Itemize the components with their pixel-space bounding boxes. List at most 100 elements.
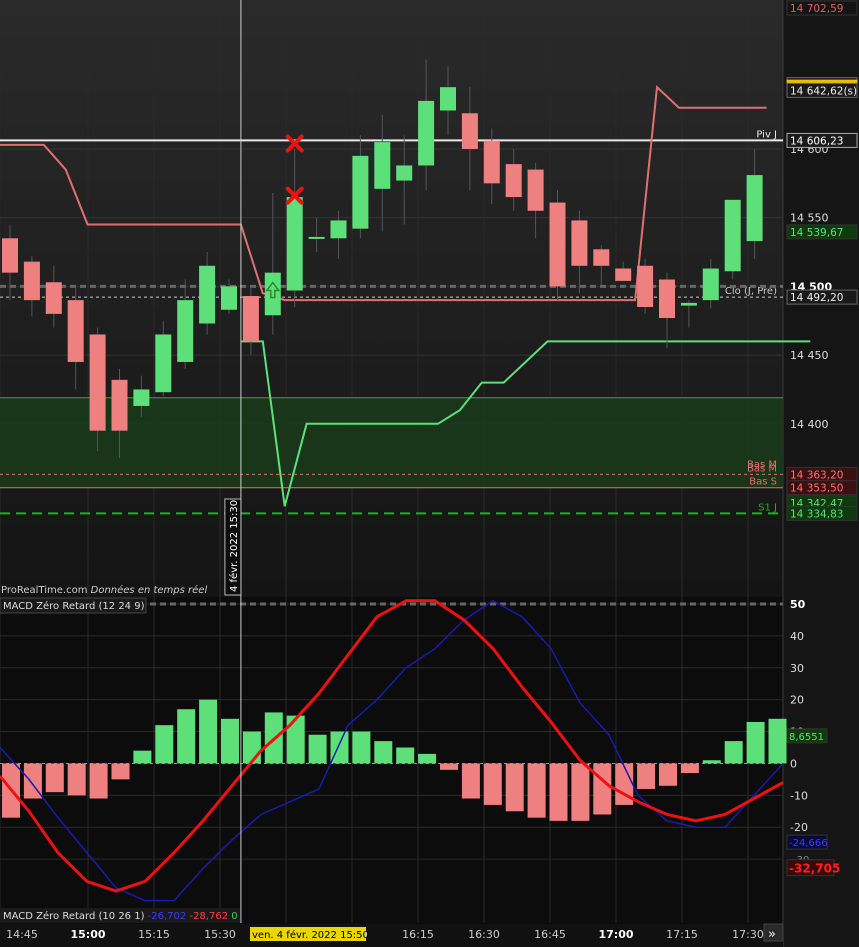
candle-body xyxy=(199,265,216,324)
candle-body xyxy=(615,268,632,281)
macd-bar xyxy=(133,750,152,764)
price-label: 14 363,20 xyxy=(790,469,843,481)
macd-badge: 8,6551 xyxy=(789,732,824,743)
macd-bar xyxy=(374,741,393,764)
macd-bar xyxy=(286,715,305,764)
price-tick-label: 14 550 xyxy=(790,212,829,225)
macd-bar xyxy=(242,731,261,764)
time-tick-label: 15:15 xyxy=(138,928,170,941)
price-and-macd-chart[interactable]: Piv JClo (J, Pré)Bas MBas SS1 JBas M 14 … xyxy=(0,0,859,947)
macd-bar xyxy=(45,763,64,793)
macd-bar xyxy=(177,709,196,764)
macd-bar xyxy=(549,763,568,821)
macd-bar xyxy=(89,763,108,799)
macd-tick-label: -20 xyxy=(790,821,808,834)
candle-body xyxy=(571,220,588,266)
time-tick-label: 17:15 xyxy=(666,928,698,941)
candle-body xyxy=(527,169,544,211)
macd-bar xyxy=(483,763,502,805)
macd-bar xyxy=(221,718,239,764)
time-tick-label: 15:30 xyxy=(204,928,236,941)
crosshair-date-label: 4 févr. 2022 15:30 xyxy=(228,500,240,592)
price-label: 14 642,62(s) xyxy=(790,85,857,97)
candle-body xyxy=(461,113,478,149)
macd-bar xyxy=(637,763,656,789)
macd-tick-label: 50 xyxy=(790,598,806,611)
level-label: Bas M xyxy=(747,460,777,471)
macd-bar xyxy=(659,763,677,786)
price-label: 14 492,20 xyxy=(790,292,843,304)
macd-bar xyxy=(308,734,327,764)
candle-body xyxy=(133,389,150,406)
macd-bar xyxy=(155,725,174,764)
macd-tick-label: 40 xyxy=(790,630,804,643)
macd-bar xyxy=(111,763,130,780)
macd-bar xyxy=(702,760,721,764)
candle-body xyxy=(659,279,675,318)
macd-top-label: MACD Zéro Retard (12 24 9) xyxy=(3,600,145,612)
macd-tick-label: 20 xyxy=(790,694,804,707)
candle-body xyxy=(440,87,456,111)
macd-bar xyxy=(199,699,218,764)
candle-body xyxy=(286,197,303,291)
time-tick-label: 14:45 xyxy=(6,928,38,941)
macd-badge: -24,666 xyxy=(789,838,828,849)
candle-body xyxy=(549,202,566,287)
candle-body xyxy=(67,300,84,362)
macd-bar xyxy=(440,763,458,770)
macd-badge: -32,705 xyxy=(789,862,840,876)
candle-body xyxy=(637,265,654,308)
macd-tick-label: -10 xyxy=(790,789,808,802)
price-label: 14 702,59 xyxy=(790,3,843,15)
macd-bar xyxy=(768,718,787,764)
macd-bar xyxy=(505,763,524,812)
macd-bar xyxy=(593,763,612,815)
time-tick-label: 16:30 xyxy=(468,928,500,941)
scroll-right-button[interactable]: » xyxy=(768,927,776,942)
candle-body xyxy=(221,286,237,310)
time-tick-label: 16:45 xyxy=(534,928,566,941)
candle-body xyxy=(308,236,325,239)
candle-body xyxy=(746,175,763,242)
level-label: Bas S xyxy=(749,477,777,488)
candle-body xyxy=(680,302,697,306)
candle-body xyxy=(418,100,435,166)
price-tick-label: 14 450 xyxy=(790,349,829,362)
candle-body xyxy=(374,142,391,189)
price-tick-label: 14 400 xyxy=(790,418,829,431)
candle-body xyxy=(264,272,281,316)
macd-bar xyxy=(680,763,699,774)
candle-body xyxy=(111,379,128,431)
time-axis: 14:4515:0015:1515:3015:4516:0016:1516:30… xyxy=(0,923,784,947)
candle-body xyxy=(396,165,413,181)
macd-bar xyxy=(571,763,590,821)
macd-bar xyxy=(396,747,415,764)
price-label: 14 606,23 xyxy=(790,135,843,147)
watermark: ProRealTime.com Données en temps réel xyxy=(1,584,207,596)
time-tick-label: 17:00 xyxy=(598,928,633,941)
candle-body xyxy=(242,296,259,342)
candle-body xyxy=(352,155,369,229)
macd-bar xyxy=(724,741,743,764)
candle-body xyxy=(89,334,106,431)
candle-body xyxy=(23,261,40,301)
macd-bar xyxy=(461,763,480,799)
macd-bar xyxy=(527,763,546,818)
candle-body xyxy=(177,300,194,362)
time-tick-label: 16:15 xyxy=(402,928,434,941)
candle-body xyxy=(593,249,610,266)
macd-bar xyxy=(746,721,765,764)
macd-bar xyxy=(67,763,86,796)
candle-body xyxy=(330,220,347,239)
price-label: 14 539,67 xyxy=(790,227,843,239)
macd-bar xyxy=(418,753,437,764)
cursor-date-label: ven. 4 févr. 2022 15:50 xyxy=(252,929,369,941)
time-tick-label: 17:30 xyxy=(732,928,764,941)
candle-body xyxy=(702,268,719,301)
level-label: Piv J xyxy=(756,129,777,140)
macd-bottom-label: MACD Zéro Retard (10 26 1) -26,702 -28,7… xyxy=(3,910,238,922)
price-label: 14 353,50 xyxy=(790,483,843,495)
candle-body xyxy=(483,140,500,184)
candle-body xyxy=(724,199,741,272)
candle-body xyxy=(2,238,18,273)
